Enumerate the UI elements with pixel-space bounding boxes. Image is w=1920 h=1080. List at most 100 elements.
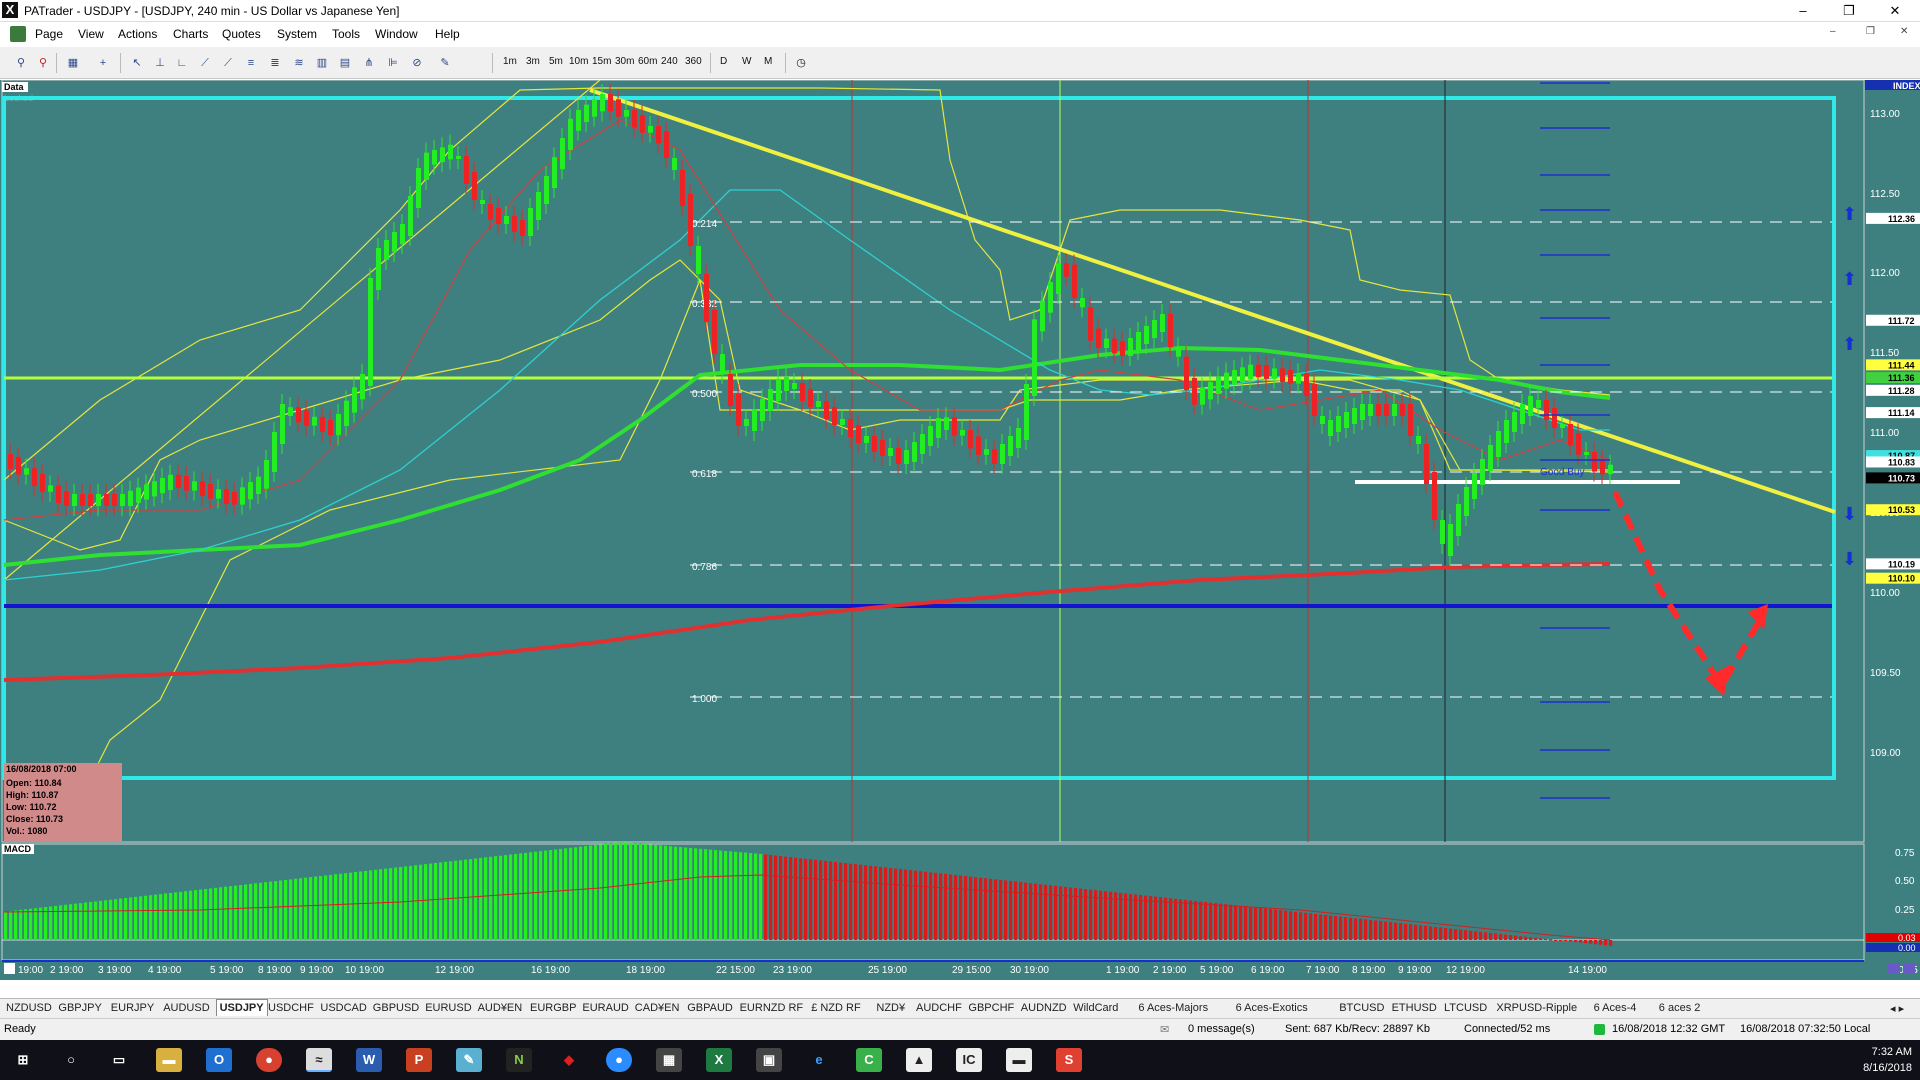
timeframe-3m[interactable]: 3m [526, 56, 540, 67]
window-icon[interactable]: ▬ [1006, 1048, 1032, 1072]
symbol-tab-usdjpy[interactable]: USDJPY [215, 999, 268, 1016]
fibonacci-icon[interactable]: ≣ [268, 56, 282, 70]
minimize-button[interactable]: – [1780, 0, 1826, 22]
timeframe-240[interactable]: 240 [661, 56, 678, 67]
ray-line-icon[interactable]: ⟋ [221, 56, 235, 70]
timeframe-weekly[interactable]: W [742, 56, 751, 67]
chrome-icon[interactable]: ● [256, 1048, 282, 1072]
symbol-tab-eurnzd-rf[interactable]: EURNZD RF [740, 1002, 804, 1014]
unlink-chart-icon[interactable]: ⚲ [36, 56, 50, 70]
price-chart[interactable]: INDEX Data Locked 0.214 0.382 0.500 0.61… [0, 80, 1920, 980]
crosshair-icon[interactable]: + [96, 56, 110, 70]
delete-tool-icon[interactable]: ⊘ [410, 56, 424, 70]
chart-window[interactable]: INDEX Data Locked 0.214 0.382 0.500 0.61… [0, 80, 1920, 980]
symbol-tab-ltcusd[interactable]: LTCUSD [1444, 1002, 1487, 1014]
symbol-tab-euraud[interactable]: EURAUD [582, 1002, 628, 1014]
segment-line-icon[interactable]: ∟ [175, 56, 189, 70]
pitchfork-icon[interactable]: ⋔ [362, 56, 376, 70]
timeframe-10m[interactable]: 10m [569, 56, 588, 67]
clock-icon[interactable]: ◷ [794, 56, 808, 70]
symbol-tab-gbpaud[interactable]: GBPAUD [687, 1002, 733, 1014]
symbol-tab-usdchf[interactable]: USDCHF [268, 1002, 314, 1014]
windows-start-icon[interactable]: ⊞ [10, 1048, 36, 1072]
menu-help[interactable]: Help [435, 27, 460, 41]
ic-markets-icon[interactable]: IC [956, 1048, 982, 1072]
task-view-icon[interactable]: ▭ [106, 1048, 132, 1072]
mdi-restore-button[interactable]: ❐ [1866, 26, 1875, 37]
camtasia-icon[interactable]: C [856, 1048, 882, 1072]
symbol-tab-audusd[interactable]: AUDUSD [163, 1002, 209, 1014]
symbol-tab-gbpusd[interactable]: GBPUSD [373, 1002, 419, 1014]
symbol-tab-6-aces-majors[interactable]: 6 Aces-Majors [1138, 1002, 1208, 1014]
display-icon[interactable]: ▣ [756, 1048, 782, 1072]
menu-quotes[interactable]: Quotes [222, 27, 261, 41]
symbol-tab-6-aces-exotics[interactable]: 6 Aces-Exotics [1236, 1002, 1308, 1014]
symbol-tab-nzdusd[interactable]: NZDUSD [6, 1002, 52, 1014]
mdi-close-button[interactable]: ✕ [1900, 26, 1908, 37]
fib-fan-icon[interactable]: ≋ [292, 56, 306, 70]
zoom-out-button[interactable] [1903, 963, 1915, 974]
file-explorer-icon[interactable]: ▬ [156, 1048, 182, 1072]
channel-icon[interactable]: ≡ [244, 56, 258, 70]
symbol-tab-usdcad[interactable]: USDCAD [320, 1002, 366, 1014]
app-icon[interactable]: ◆ [556, 1048, 582, 1072]
menu-actions[interactable]: Actions [118, 27, 157, 41]
link-chart-icon[interactable]: ⚲ [14, 56, 28, 70]
tab-scroll-arrows-icon[interactable]: ◂ ▸ [1890, 1002, 1904, 1015]
photos-icon[interactable]: ▲ [906, 1048, 932, 1072]
calculator-icon[interactable]: ▦ [656, 1048, 682, 1072]
draw-icon[interactable]: ✎ [438, 56, 452, 70]
symbol-tab--nzd-rf[interactable]: £ NZD RF [811, 1002, 861, 1014]
menu-system[interactable]: System [277, 27, 317, 41]
symbol-tab-6-aces-4[interactable]: 6 Aces-4 [1594, 1002, 1637, 1014]
excel-icon[interactable]: X [706, 1048, 732, 1072]
menu-tools[interactable]: Tools [332, 27, 360, 41]
cycle-icon[interactable]: ▤ [338, 56, 352, 70]
word-icon[interactable]: W [356, 1048, 382, 1072]
symbol-tab-btcusd[interactable]: BTCUSD [1339, 1002, 1384, 1014]
symbol-tab-ethusd[interactable]: ETHUSD [1392, 1002, 1437, 1014]
notes-icon[interactable]: ✎ [456, 1048, 482, 1072]
powerpoint-icon[interactable]: P [406, 1048, 432, 1072]
symbol-tab-gbpchf[interactable]: GBPCHF [968, 1002, 1014, 1014]
menu-charts[interactable]: Charts [173, 27, 208, 41]
timeframe-5m[interactable]: 5m [549, 56, 563, 67]
mdi-minimize-button[interactable]: – [1830, 26, 1836, 37]
search-icon[interactable]: ○ [58, 1048, 84, 1072]
symbol-tab-eurjpy[interactable]: EURJPY [111, 1002, 154, 1014]
pointer-icon[interactable]: ↖ [130, 56, 144, 70]
symbol-tab-nzd-[interactable]: NZD¥ [876, 1002, 905, 1014]
symbol-tab-audnzd[interactable]: AUDNZD [1021, 1002, 1067, 1014]
timeframe-daily[interactable]: D [720, 56, 727, 67]
system-clock[interactable]: 7:32 AM 8/16/2018 [1863, 1044, 1912, 1076]
close-button[interactable]: ✕ [1872, 0, 1918, 22]
gann-icon[interactable]: ▥ [315, 56, 329, 70]
symbol-tab-6-aces-2[interactable]: 6 aces 2 [1659, 1002, 1701, 1014]
symbol-tab-wildcard[interactable]: WildCard [1073, 1002, 1118, 1014]
restore-button[interactable]: ❐ [1826, 0, 1872, 22]
ninjatrader-icon[interactable]: N [506, 1048, 532, 1072]
timeframe-15m[interactable]: 15m [592, 56, 611, 67]
edge-icon[interactable]: e [806, 1048, 832, 1072]
timeframe-360[interactable]: 360 [685, 56, 702, 67]
symbol-tab-eurgbp[interactable]: EURGBP [530, 1002, 576, 1014]
video-call-icon[interactable]: ● [606, 1048, 632, 1072]
scroll-left-button[interactable] [4, 963, 15, 974]
timeframe-30m[interactable]: 30m [615, 56, 634, 67]
symbol-tab-aud-en[interactable]: AUD¥EN [478, 1002, 523, 1014]
patrader-icon[interactable]: ≈ [306, 1048, 332, 1072]
menu-view[interactable]: View [78, 27, 104, 41]
zoom-in-button[interactable] [1888, 963, 1900, 974]
timeframe-60m[interactable]: 60m [638, 56, 657, 67]
outlook-icon[interactable]: O [206, 1048, 232, 1072]
menu-page[interactable]: Page [35, 27, 63, 41]
timeframe-1m[interactable]: 1m [503, 56, 517, 67]
mail-icon[interactable]: ✉ [1160, 1023, 1169, 1036]
chart-type-icon[interactable]: ▦ [66, 56, 80, 70]
menu-window[interactable]: Window [375, 27, 418, 41]
symbol-tab-audchf[interactable]: AUDCHF [916, 1002, 962, 1014]
trend-line-icon[interactable]: ⟋ [198, 56, 212, 70]
symbol-tab-gbpjpy[interactable]: GBPJPY [58, 1002, 101, 1014]
text-tool-icon[interactable]: ⊫ [386, 56, 400, 70]
price-pane[interactable] [1, 80, 1865, 843]
